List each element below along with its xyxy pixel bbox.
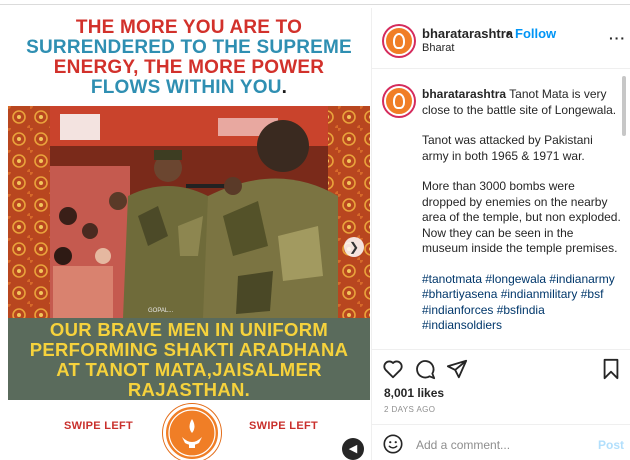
header-avatar[interactable]: [384, 26, 414, 56]
comment-avatar[interactable]: [384, 86, 414, 116]
add-comment-input[interactable]: Add a comment...: [416, 438, 510, 452]
caption-line-1: OUR BRAVE MEN IN UNIFORM: [49, 319, 329, 340]
share-icon[interactable]: [446, 358, 468, 380]
header-separator: •: [506, 26, 511, 41]
soldiers-temple-photo: GOPAL...: [8, 106, 370, 318]
headline-line-3: ENERGY, THE MORE POWER: [53, 57, 325, 78]
next-slide-button[interactable]: ❯: [344, 237, 364, 257]
bharata-rashtra-logo: [163, 404, 221, 460]
comment-icon[interactable]: [414, 358, 436, 380]
headline-line-1: THE MORE YOU ARE TO: [75, 17, 303, 38]
comments-scrollbar[interactable]: [622, 76, 626, 136]
header-divider: [372, 68, 630, 69]
comment-paragraph-1: bharatarashtra Tanot Mata is very close …: [422, 87, 622, 118]
follow-button[interactable]: Follow: [515, 26, 556, 41]
media-headline: THE MORE YOU ARE TO SURRENDERED TO THE S…: [8, 18, 370, 98]
actions-divider: [372, 349, 630, 350]
headline-period: .: [281, 77, 288, 98]
instagram-post-window: THE MORE YOU ARE TO SURRENDERED TO THE S…: [0, 0, 630, 460]
post-comment-button[interactable]: Post: [598, 438, 624, 452]
post-media[interactable]: THE MORE YOU ARE TO SURRENDERED TO THE S…: [8, 8, 370, 460]
caption-line-3: AT TANOT MATA,JAISALMER: [56, 359, 322, 380]
swipe-left-label: SWIPE LEFT: [64, 420, 133, 432]
lamp-avatar-icon: [393, 33, 405, 49]
comment-hashtags[interactable]: #tanotmata #longewala #indianarmy #bhart…: [422, 272, 622, 334]
comment-username[interactable]: bharatarashtra: [422, 87, 506, 101]
lamp-logo-icon: [168, 409, 216, 457]
emoji-icon[interactable]: [382, 433, 404, 455]
swipe-right-label: SWIPE LEFT: [249, 420, 318, 432]
svg-text:GOPAL...: GOPAL...: [148, 308, 174, 314]
post-side-panel: bharatarashtra • Follow Bharat ··· bhara…: [372, 8, 630, 460]
header-location[interactable]: Bharat: [422, 42, 454, 54]
caption-comment: bharatarashtra Tanot Mata is very close …: [422, 87, 622, 349]
lamp-avatar-icon: [393, 93, 405, 109]
chevron-right-icon: ❯: [348, 240, 360, 254]
headline-line-2: SURRENDERED TO THE SUPREME: [26, 37, 352, 58]
post-time[interactable]: 2 DAYS AGO: [384, 405, 435, 414]
headline-line-4: FLOWS WITHIN YOU: [90, 77, 282, 98]
more-options-icon[interactable]: ···: [609, 30, 626, 46]
media-photo: GOPAL...: [8, 106, 370, 318]
comment-paragraph-3: More than 3000 bombs were dropped by ene…: [422, 179, 621, 255]
comment-paragraph-2: Tanot was attacked by Pakistani army in …: [422, 133, 593, 163]
caption-line-4: RAJASTHAN.: [127, 379, 251, 400]
bookmark-icon[interactable]: [600, 358, 622, 380]
media-caption: OUR BRAVE MEN IN UNIFORM PERFORMING SHAK…: [8, 318, 370, 400]
heart-icon[interactable]: [382, 358, 404, 380]
likes-count[interactable]: 8,001 likes: [384, 386, 444, 400]
action-bar: [382, 358, 622, 380]
add-comment-divider: [372, 424, 630, 425]
sound-toggle-button[interactable]: ◀: [342, 438, 364, 460]
caption-line-2: PERFORMING SHAKTI ARADHANA: [29, 339, 349, 360]
speaker-icon: ◀: [348, 443, 358, 455]
top-border: [0, 0, 630, 5]
header-username[interactable]: bharatarashtra: [422, 26, 513, 41]
